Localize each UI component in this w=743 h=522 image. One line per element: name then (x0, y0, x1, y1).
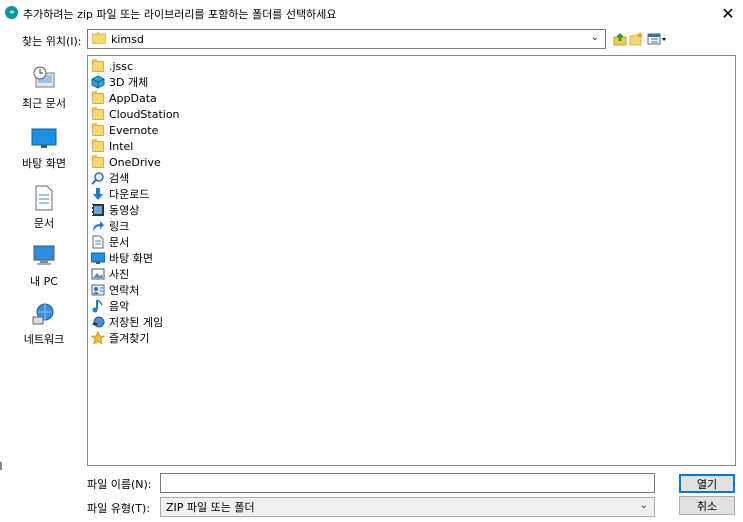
pictures-icon (91, 267, 105, 281)
up-folder-button[interactable] (613, 30, 627, 48)
list-item[interactable]: 3D 개체 (91, 74, 148, 90)
open-button[interactable]: 열기 (679, 474, 735, 493)
search-icon (91, 171, 105, 185)
list-item[interactable]: OneDrive (91, 154, 161, 170)
place-this-pc[interactable]: 내 PC (5, 243, 83, 289)
list-item[interactable]: AppData (91, 90, 157, 106)
dialog-title: 추가하려는 zip 파일 또는 라이브러리를 포함하는 폴더를 선택하세요 (23, 8, 337, 21)
links-icon (91, 219, 105, 233)
videos-icon (91, 203, 105, 217)
item-name: 즐겨찾기 (109, 332, 150, 345)
list-item[interactable]: CloudStation (91, 106, 180, 122)
folder-icon (91, 139, 105, 153)
filename-input[interactable] (160, 473, 655, 493)
list-item[interactable]: Intel (91, 138, 133, 154)
list-item[interactable]: 문서 (91, 234, 129, 250)
item-name: Intel (109, 139, 134, 153)
list-item[interactable]: 사진 (91, 266, 129, 282)
place-network[interactable]: 네트워크 (5, 301, 83, 347)
window-edge (0, 462, 2, 470)
item-name: AppData (109, 91, 157, 105)
recent-icon (33, 66, 55, 88)
view-menu-button[interactable] (647, 30, 667, 48)
place-label: 네트워크 (23, 333, 65, 346)
folder-icon (91, 31, 107, 47)
chevron-down-icon: ⌄ (590, 32, 599, 43)
list-item[interactable]: 링크 (91, 218, 129, 234)
folder-icon (91, 59, 105, 73)
view-icon (647, 33, 666, 45)
filetype-dropdown[interactable]: ZIP 파일 또는 폴더 ⌄ (160, 497, 655, 517)
item-name: 3D 개체 (109, 76, 149, 89)
favorites-icon (90, 330, 106, 345)
item-name: 바탕 화면 (109, 252, 153, 265)
filetype-label: 파일 유형(T): (87, 502, 150, 515)
list-item[interactable]: 연락처 (91, 282, 139, 298)
list-item[interactable]: 바탕 화면 (90, 250, 153, 266)
list-item[interactable]: 즐겨찾기 (90, 330, 150, 346)
list-item[interactable]: 다운로드 (91, 186, 149, 202)
item-name: 사진 (109, 268, 130, 281)
pc-icon (33, 245, 55, 265)
place-label: 바탕 화면 (22, 157, 66, 170)
item-name: 연락처 (109, 284, 140, 297)
list-item[interactable]: 동영상 (91, 202, 139, 218)
item-name: 검색 (109, 172, 130, 185)
documents-icon (91, 235, 105, 249)
folder-icon (91, 123, 105, 137)
contacts-icon (91, 283, 105, 297)
filename-label: 파일 이름(N): (87, 478, 152, 491)
item-name: Evernote (109, 123, 159, 137)
network-icon (32, 303, 54, 325)
folder-icon (91, 107, 105, 121)
saved-games-icon (91, 315, 105, 329)
item-name: .jssc (109, 59, 134, 73)
item-name: 저장된 게임 (109, 316, 164, 329)
item-name: 링크 (109, 220, 130, 233)
downloads-icon (91, 187, 105, 201)
place-label: 최근 문서 (22, 97, 66, 110)
lookin-dropdown[interactable]: kimsd ⌄ (87, 29, 606, 49)
place-label: 문서 (33, 217, 55, 230)
up-arrow-icon (613, 33, 627, 46)
filetype-value: ZIP 파일 또는 폴더 (166, 501, 255, 514)
item-name: OneDrive (109, 155, 161, 169)
item-name: 다운로드 (109, 188, 150, 201)
list-item[interactable]: .jssc (91, 58, 133, 74)
desktop-icon (90, 251, 106, 265)
place-recent[interactable]: 최근 문서 (5, 65, 83, 111)
list-item[interactable]: 저장된 게임 (91, 314, 163, 330)
new-folder-button[interactable] (629, 30, 644, 48)
documents-icon (35, 185, 53, 211)
place-desktop[interactable]: 바탕 화면 (5, 127, 83, 171)
list-item[interactable]: 음악 (91, 298, 129, 314)
music-icon (91, 299, 105, 313)
item-name: 문서 (109, 236, 130, 249)
new-folder-icon (629, 32, 643, 46)
places-bar: 최근 문서 바탕 화면 문서 내 PC 네트워크 (5, 55, 83, 465)
lookin-label: 찾는 위치(I): (22, 35, 82, 48)
folder-icon (91, 91, 105, 105)
arduino-app-icon: ∞ (5, 6, 18, 19)
chevron-down-icon: ⌄ (639, 500, 648, 511)
lookin-value: kimsd (111, 32, 144, 46)
item-name: 동영상 (109, 204, 140, 217)
file-list[interactable]: .jssc 3D 개체 AppData CloudStation Evernot… (87, 55, 736, 466)
folder-icon (91, 155, 105, 169)
title-bar: ∞ 추가하려는 zip 파일 또는 라이브러리를 포함하는 폴더를 선택하세요 … (0, 0, 743, 26)
item-name: CloudStation (109, 107, 180, 121)
close-button[interactable]: ✕ (713, 0, 743, 26)
list-item[interactable]: 검색 (91, 170, 129, 186)
place-label: 내 PC (30, 275, 58, 288)
list-item[interactable]: Evernote (91, 122, 158, 138)
3d-objects-icon (91, 75, 105, 89)
cancel-button[interactable]: 취소 (679, 496, 735, 515)
desktop-icon (31, 128, 57, 148)
place-documents[interactable]: 문서 (5, 185, 83, 231)
item-name: 음악 (109, 300, 130, 313)
